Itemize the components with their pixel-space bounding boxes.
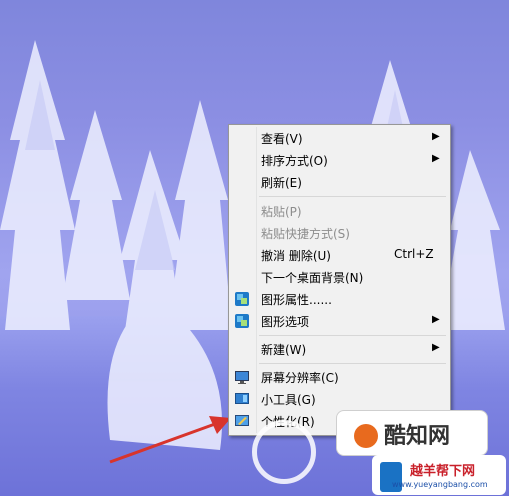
red-arrow-annotation (109, 416, 231, 464)
watermark-brand-name: 酷知网 (384, 424, 451, 449)
menu-item-gadgets[interactable]: 小工具(G) (231, 388, 448, 410)
submenu-arrow-icon: ▶ (432, 153, 440, 164)
menu-item-label: 排序方式(O) (261, 154, 328, 168)
menu-item-label: 下一个桌面背景(N) (261, 271, 364, 285)
menu-item-label: 新建(W) (261, 343, 307, 357)
desktop[interactable]: 查看(V) ▶ 排序方式(O) ▶ 刷新(E) 粘贴(P) 粘贴快捷方式(S) … (0, 0, 509, 496)
menu-item-sort-by[interactable]: 排序方式(O) ▶ (231, 149, 448, 171)
menu-separator (259, 335, 446, 336)
submenu-arrow-icon: ▶ (432, 342, 440, 353)
menu-item-next-background[interactable]: 下一个桌面背景(N) (231, 266, 448, 288)
menu-item-label: 粘贴快捷方式(S) (261, 227, 350, 241)
menu-item-refresh[interactable]: 刷新(E) (231, 171, 448, 193)
personalize-icon (235, 415, 249, 426)
menu-item-shortcut: Ctrl+Z (394, 247, 434, 261)
menu-separator (259, 363, 446, 364)
menu-item-label: 屏幕分辨率(C) (261, 371, 339, 385)
menu-item-label: 刷新(E) (261, 176, 302, 190)
menu-item-label: 查看(V) (261, 132, 303, 146)
menu-separator (259, 196, 446, 197)
intel-graphics-icon (235, 292, 249, 306)
menu-item-paste-shortcut[interactable]: 粘贴快捷方式(S) (231, 222, 448, 244)
menu-item-graphics-properties[interactable]: 图形属性...... (231, 288, 448, 310)
menu-item-view[interactable]: 查看(V) ▶ (231, 127, 448, 149)
menu-item-label: 小工具(G) (261, 393, 316, 407)
watermark-circle-logo (252, 420, 316, 484)
watermark-site-name: 越羊帮下网 (410, 464, 476, 479)
menu-item-paste[interactable]: 粘贴(P) (231, 200, 448, 222)
desktop-context-menu: 查看(V) ▶ 排序方式(O) ▶ 刷新(E) 粘贴(P) 粘贴快捷方式(S) … (228, 124, 451, 436)
menu-item-graphics-options[interactable]: 图形选项 ▶ (231, 310, 448, 332)
menu-item-screen-resolution[interactable]: 屏幕分辨率(C) (231, 366, 448, 388)
menu-item-label: 撤消 删除(U) (261, 249, 331, 263)
submenu-arrow-icon: ▶ (432, 314, 440, 325)
gadgets-icon (235, 393, 249, 404)
menu-item-label: 图形选项 (261, 315, 310, 329)
monitor-icon (235, 371, 249, 384)
watermark-url: www.yueyangbang.com (392, 480, 488, 489)
menu-item-undo-delete[interactable]: 撤消 删除(U) Ctrl+Z (231, 244, 448, 266)
menu-item-new[interactable]: 新建(W) ▶ (231, 338, 448, 360)
menu-item-label: 图形属性...... (261, 293, 332, 307)
watermark-brand-icon (354, 424, 378, 448)
submenu-arrow-icon: ▶ (432, 131, 440, 142)
intel-graphics-icon (235, 314, 249, 328)
menu-item-label: 粘贴(P) (261, 205, 302, 219)
